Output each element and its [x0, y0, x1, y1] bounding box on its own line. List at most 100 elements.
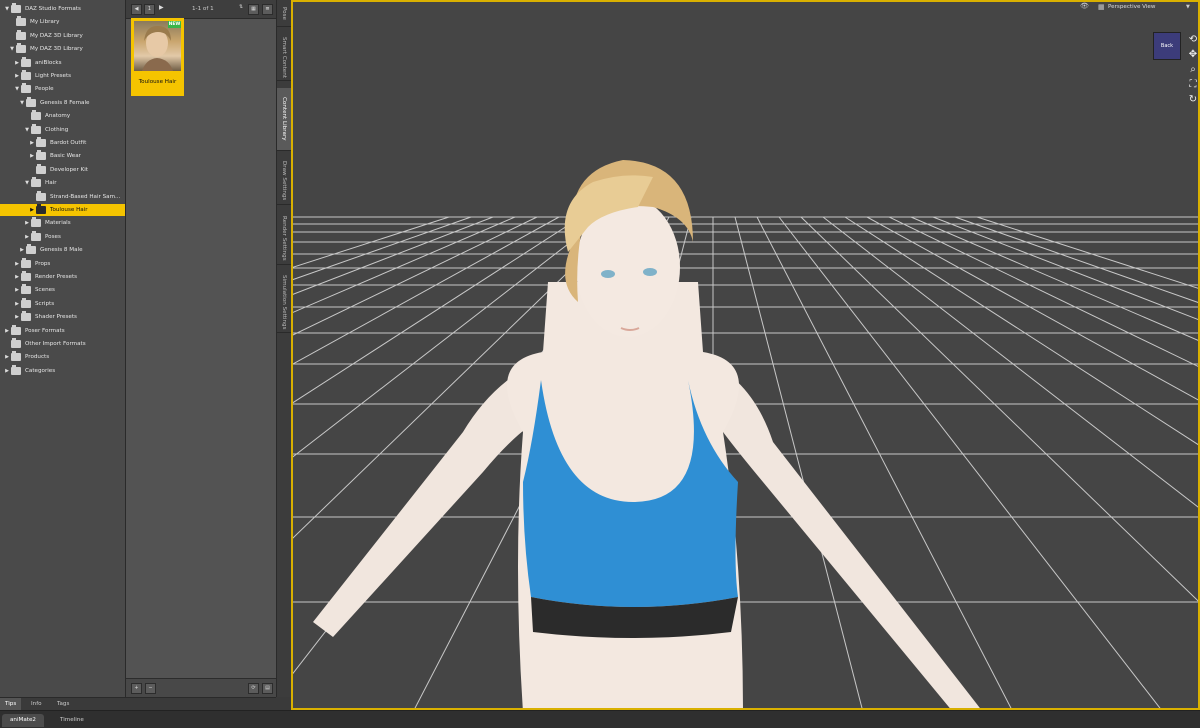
folder-icon	[31, 177, 41, 188]
tree-item[interactable]: ▶ Basic Wear	[0, 150, 125, 162]
tree-item[interactable]: ▼ My DAZ 3D Library	[0, 43, 125, 55]
grid-line	[932, 216, 1198, 321]
chevron-down-icon[interactable]: ▼	[24, 124, 30, 136]
viewport-header: 👁 ▦ Perspective View ▼	[1080, 2, 1196, 14]
tree-item[interactable]: ▶ Bardot Outfit	[0, 137, 125, 149]
options-icon[interactable]: ▤	[262, 683, 273, 694]
page-number[interactable]: 1	[144, 4, 155, 15]
tree-item[interactable]: ▶ aniBlocks	[0, 56, 125, 69]
camera-selector[interactable]: Perspective View	[1108, 4, 1155, 10]
tree-item[interactable]: ▼ DAZ Studio Formats	[0, 3, 125, 15]
chevron-right-icon[interactable]: ▶	[4, 351, 10, 363]
zoom-icon[interactable]: ⌕	[1186, 62, 1198, 77]
tree-item[interactable]: ▶ Render Presets	[0, 271, 125, 283]
grid-line	[954, 216, 1198, 303]
tree-item[interactable]: ▶ Scenes	[0, 284, 125, 296]
forward-arrow-icon[interactable]: ▶	[159, 4, 164, 11]
folder-icon	[21, 271, 31, 281]
tree-item[interactable]: ▼ Clothing	[0, 123, 125, 136]
chevron-right-icon[interactable]: ▶	[4, 365, 10, 377]
folder-icon	[11, 338, 21, 348]
tree-item[interactable]: Anatomy	[0, 110, 125, 122]
list-view-icon[interactable]: ≣	[262, 4, 273, 15]
sort-icon[interactable]: ⇅	[239, 4, 243, 10]
tree-item[interactable]: ▶ Genesis 8 Male	[0, 244, 125, 256]
side-tab[interactable]: Pose	[277, 0, 291, 27]
grid-view-icon[interactable]: ▦	[248, 4, 259, 15]
tree-item[interactable]: Other Import Formats	[0, 338, 125, 350]
folder-icon	[31, 217, 41, 228]
chevron-down-icon[interactable]: ▼	[14, 83, 20, 95]
back-arrow-icon[interactable]: ◀	[131, 4, 142, 15]
chevron-right-icon[interactable]: ▶	[24, 231, 30, 243]
chevron-right-icon[interactable]: ▶	[4, 325, 10, 337]
chevron-down-icon[interactable]: ▼	[1186, 4, 1190, 10]
tree-item[interactable]: ▼ People	[0, 83, 125, 95]
chevron-right-icon[interactable]: ▶	[29, 150, 35, 162]
folder-icon	[21, 83, 31, 94]
side-tab[interactable]: Simulation Settings	[277, 272, 291, 333]
new-badge: NEW	[168, 21, 181, 28]
tree-item[interactable]: ▶ Toulouse Hair	[0, 204, 125, 216]
side-tab[interactable]: Draw Settings	[277, 158, 291, 205]
tree-item[interactable]: My Library	[0, 16, 125, 28]
folder-icon	[36, 137, 46, 147]
library-tree[interactable]: ▼ DAZ Studio Formats My Library My DAZ 3D L…	[0, 0, 126, 697]
tree-item-label: DAZ Studio Formats	[25, 6, 81, 12]
chevron-right-icon[interactable]: ▶	[14, 70, 20, 82]
folder-icon	[16, 29, 26, 40]
side-tab-strip: Pose Smart Content Content Library Draw Set…	[276, 0, 291, 697]
chevron-down-icon[interactable]: ▼	[24, 177, 30, 189]
tree-item[interactable]: ▶ Poses	[0, 230, 125, 243]
grid-line	[888, 216, 1198, 367]
chevron-right-icon[interactable]: ▶	[19, 244, 25, 256]
remove-button[interactable]: −	[145, 683, 156, 694]
tree-item-label: Shader Presets	[35, 314, 77, 321]
folder-icon	[21, 311, 31, 322]
chevron-right-icon[interactable]: ▶	[29, 204, 35, 216]
bottom-tab[interactable]: aniMate2	[2, 714, 44, 727]
frame-icon[interactable]: ⛶	[1186, 77, 1198, 92]
chevron-down-icon[interactable]: ▼	[9, 43, 15, 55]
chevron-right-icon[interactable]: ▶	[14, 271, 20, 283]
folder-icon	[36, 163, 46, 174]
chevron-right-icon[interactable]: ▶	[24, 217, 30, 229]
tree-item-label: Toulouse Hair	[50, 207, 88, 213]
chevron-down-icon[interactable]: ▼	[4, 3, 10, 15]
pan-icon[interactable]: ✥	[1186, 47, 1198, 62]
refresh-icon[interactable]: ⟳	[248, 683, 259, 694]
chevron-right-icon[interactable]: ▶	[14, 298, 20, 310]
tree-item[interactable]: ▶ Light Presets	[0, 70, 125, 82]
chevron-right-icon[interactable]: ▶	[14, 258, 20, 270]
tree-item[interactable]: ▶ Poser Formats	[0, 324, 125, 337]
rotate-icon[interactable]: ⟲	[1186, 32, 1198, 47]
tree-item[interactable]: ▶ Shader Presets	[0, 311, 125, 323]
tree-item[interactable]: ▼ Hair	[0, 177, 125, 189]
tree-item[interactable]: Strand-Based Hair Sam...	[0, 190, 125, 203]
bottom-tab[interactable]: Timeline	[52, 714, 92, 727]
eye-icon[interactable]: 👁	[1080, 2, 1089, 10]
chevron-down-icon[interactable]: ▼	[19, 97, 25, 109]
chevron-right-icon[interactable]: ▶	[14, 57, 20, 69]
tree-item[interactable]: ▶ Scripts	[0, 297, 125, 310]
menu-icon[interactable]: ▦	[1098, 3, 1105, 11]
add-button[interactable]: +	[131, 683, 142, 694]
3d-viewport[interactable]: Back ⟲ ✥ ⌕ ⛶ ↻	[291, 0, 1200, 710]
tree-item[interactable]: ▼ Genesis 8 Female	[0, 96, 125, 109]
tree-item[interactable]: My DAZ 3D Library	[0, 29, 125, 42]
folder-icon	[26, 244, 36, 255]
tree-item[interactable]: ▶ Products	[0, 351, 125, 363]
view-cube[interactable]: Back	[1153, 32, 1181, 60]
tree-item[interactable]: Developer Kit	[0, 163, 125, 176]
side-tab[interactable]: Content Library	[277, 88, 291, 151]
reset-view-icon[interactable]: ↻	[1186, 92, 1198, 107]
chevron-right-icon[interactable]: ▶	[14, 311, 20, 323]
tree-item-label: aniBlocks	[35, 59, 62, 66]
chevron-right-icon[interactable]: ▶	[29, 137, 35, 149]
tree-item[interactable]: ▶ Props	[0, 257, 125, 270]
side-tab[interactable]: Smart Content	[277, 34, 291, 81]
tree-item[interactable]: ▶ Categories	[0, 364, 125, 377]
side-tab[interactable]: Render Settings	[277, 212, 291, 265]
chevron-right-icon[interactable]: ▶	[14, 284, 20, 296]
tree-item[interactable]: ▶ Materials	[0, 217, 125, 229]
